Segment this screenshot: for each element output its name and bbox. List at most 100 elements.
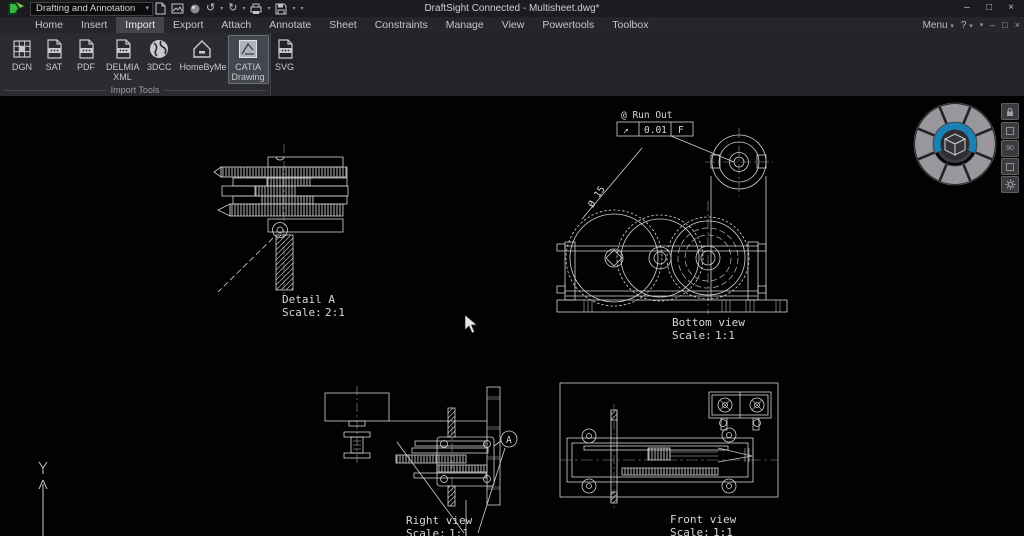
doc-minimize-button[interactable]: – <box>990 20 995 30</box>
tool-label: 3DCC <box>147 62 172 72</box>
tool-label: SAT <box>46 62 63 72</box>
tool-pdf[interactable]: PDF <box>70 35 102 74</box>
tab-annotate[interactable]: Annotate <box>260 17 320 33</box>
catia-drawing-icon <box>236 37 260 61</box>
tool-3dcc[interactable]: 3DCC <box>143 35 176 74</box>
front-view: Front view Scale: 1:1 <box>560 383 778 536</box>
right-view-scale-value: 1:1 <box>449 527 469 536</box>
undo-icon[interactable]: ↺ <box>206 1 215 16</box>
ribbon-tabs: Home Insert Import Export Attach Annotat… <box>26 17 657 33</box>
menu-dropdown[interactable]: Menu ▾ <box>923 20 954 31</box>
tab-attach[interactable]: Attach <box>212 17 260 33</box>
tab-sheet[interactable]: Sheet <box>320 17 365 33</box>
import-tools-group: Import Tools <box>4 85 266 95</box>
runout-symbol: ↗ <box>623 125 629 136</box>
file-icon <box>273 37 297 61</box>
tool-sat[interactable]: SAT <box>38 35 70 74</box>
workspace-label: Drafting and Annotation <box>36 3 135 14</box>
undo-caret-icon[interactable]: ▾ <box>220 5 223 12</box>
drawing-canvas[interactable]: Detail A Scale: 2:1 @ Run Out ↗ 0.01 F <box>0 96 1024 536</box>
cursor-pointer-icon <box>465 315 477 333</box>
tool-label: PDF <box>77 62 95 72</box>
right-view-scale-label: Scale: <box>406 527 446 536</box>
tool-dgn[interactable]: DGN <box>6 35 38 74</box>
file-icon <box>111 37 135 61</box>
menu-label: Menu <box>923 20 948 31</box>
rotate-90-button[interactable]: 90 <box>1001 140 1019 157</box>
square-icon <box>1005 126 1015 136</box>
qat-overflow-icon[interactable]: ▾ <box>301 5 304 12</box>
redo-caret-icon[interactable]: ▾ <box>242 5 245 12</box>
runout-value: 0.01 <box>644 125 667 136</box>
zoom-extents-button[interactable] <box>1001 158 1019 175</box>
tool-homebyme[interactable]: HomeByMe <box>176 35 228 74</box>
bottom-view-scale-label: Scale: <box>672 329 712 342</box>
tab-toolbox[interactable]: Toolbox <box>603 17 657 33</box>
maximize-button[interactable]: □ <box>978 0 1000 16</box>
plot-caret-icon[interactable]: ▾ <box>267 5 270 12</box>
tool-catia-drawing[interactable]: CATIA Drawing <box>228 35 269 84</box>
import-tools-panel: DGN SAT PDF <box>0 33 271 97</box>
ribbon: DGN SAT PDF <box>0 33 1024 96</box>
tool-label: SVG <box>275 62 294 72</box>
detail-callout-label: A <box>506 435 512 446</box>
front-view-scale-label: Scale: <box>670 526 710 536</box>
right-view-label: Right view <box>406 514 473 527</box>
view-cube-icon[interactable] <box>945 134 965 155</box>
new-document-icon[interactable] <box>155 2 166 15</box>
square-icon <box>1005 162 1015 172</box>
navigation-wheel[interactable] <box>913 102 997 186</box>
nav-settings-button[interactable] <box>1001 176 1019 193</box>
tool-label: HomeByMe <box>180 62 224 72</box>
tab-insert[interactable]: Insert <box>72 17 116 33</box>
tab-view[interactable]: View <box>493 17 534 33</box>
redo-icon[interactable]: ↻ <box>228 1 237 16</box>
window-controls: – □ × <box>956 0 1022 16</box>
doc-restore-button[interactable]: □ <box>1002 20 1007 30</box>
globe-icon <box>147 37 171 61</box>
workspace-selector[interactable]: Drafting and Annotation ▾ <box>30 2 153 16</box>
lock-view-button[interactable] <box>1001 103 1019 120</box>
tab-home[interactable]: Home <box>26 17 72 33</box>
divider <box>164 90 266 91</box>
detail-a-scale-label: Scale: <box>282 306 322 319</box>
window-title: DraftSight Connected - Multisheet.dwg* <box>0 0 1024 17</box>
rotate-90-label: 90 <box>1006 145 1014 152</box>
import-tools: DGN SAT PDF <box>6 35 301 84</box>
close-button[interactable]: × <box>1000 0 1022 16</box>
tab-manage[interactable]: Manage <box>437 17 493 33</box>
tool-label: DGN <box>12 62 32 72</box>
menu-caret-icon: ▾ <box>950 23 954 30</box>
help-label: ? <box>961 20 967 31</box>
help-caret-icon: ▾ <box>969 23 973 30</box>
ucs-icon <box>39 462 47 536</box>
save-caret-icon[interactable]: ▾ <box>292 5 295 12</box>
bottom-view-scale-value: 1:1 <box>715 329 735 342</box>
quick-access-toolbar: ↺ ▾ ↻ ▾ ▾ ▾ ▾ <box>155 1 304 16</box>
diameter-note: Ø 15 <box>586 184 607 209</box>
chevron-down-icon: ▾ <box>145 3 149 15</box>
detail-a-view: Detail A Scale: 2:1 <box>214 144 348 319</box>
help-dropdown[interactable]: ? ▾ <box>961 20 973 31</box>
right-view: A Right view Scale: 1:1 <box>325 386 517 536</box>
gear-icon <box>1005 179 1016 190</box>
tool-svg[interactable]: SVG <box>269 35 301 74</box>
runout-annotation: @ Run Out ↗ 0.01 F <box>617 110 734 162</box>
tab-constraints[interactable]: Constraints <box>366 17 437 33</box>
doc-close-button[interactable]: × <box>1015 20 1020 30</box>
plot-icon[interactable] <box>250 3 262 15</box>
tool-delmia-xml[interactable]: DELMIA XML <box>102 35 143 84</box>
tab-import[interactable]: Import <box>116 17 164 33</box>
bottom-view-label: Bottom view <box>672 316 745 329</box>
tool-label: DELMIA XML <box>106 62 139 82</box>
render-sphere-icon[interactable] <box>189 3 201 15</box>
image-icon[interactable] <box>171 3 184 14</box>
pan-view-button[interactable] <box>1001 122 1019 139</box>
minimize-button[interactable]: – <box>956 0 978 16</box>
tab-powertools[interactable]: Powertools <box>533 17 603 33</box>
ribbon-collapse-icon[interactable]: ▾ <box>980 21 984 29</box>
menu-bar-right: Menu ▾ ? ▾ ▾ – □ × <box>923 17 1020 33</box>
front-view-label: Front view <box>670 513 737 526</box>
tab-export[interactable]: Export <box>164 17 212 33</box>
save-icon[interactable] <box>275 3 287 15</box>
